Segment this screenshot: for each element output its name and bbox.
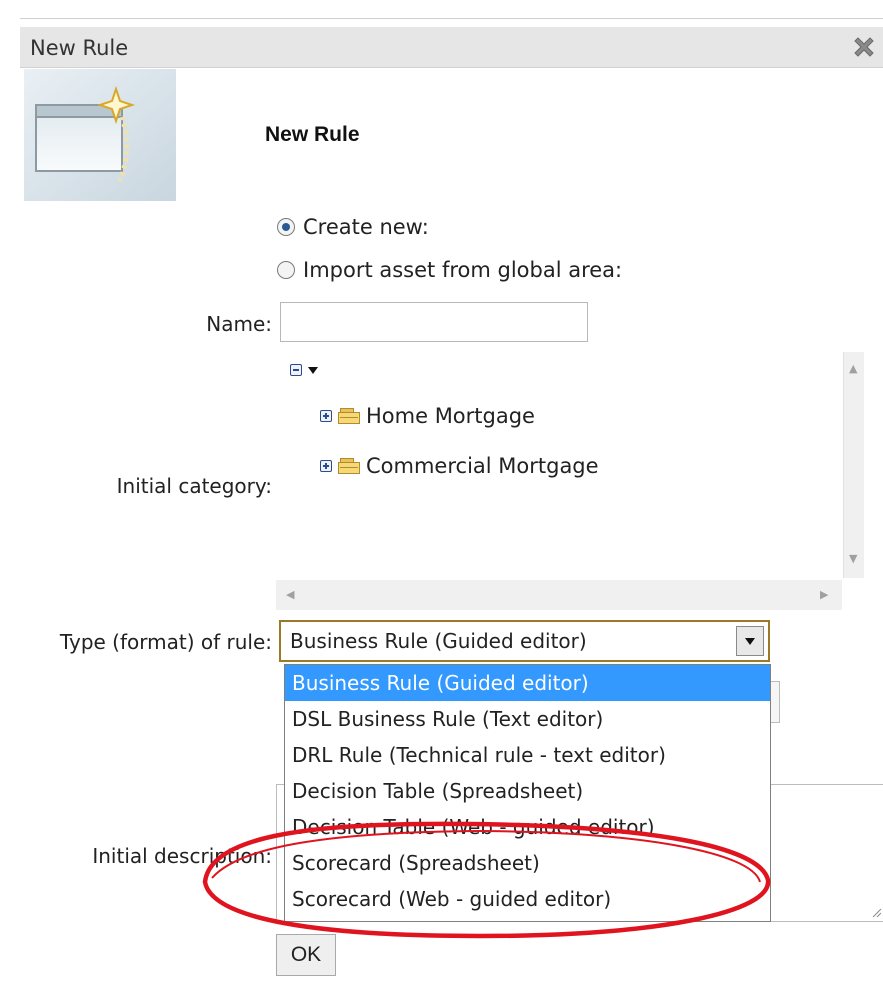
tree-horizontal-scrollbar[interactable]: ◀ ▶	[276, 580, 842, 610]
rule-type-select[interactable]: Business Rule (Guided editor)	[279, 620, 770, 662]
scroll-down-icon[interactable]: ▼	[849, 552, 857, 565]
rule-type-option[interactable]: Business Rule (Guided editor)	[285, 665, 770, 701]
import-global-label: Import asset from global area:	[303, 258, 623, 282]
name-label: Name:	[206, 312, 272, 336]
tree-vertical-scrollbar[interactable]: ▲ ▼	[843, 352, 864, 578]
folder-icon	[338, 458, 360, 474]
folder-icon	[338, 408, 360, 424]
tree-item[interactable]: Home Mortgage	[320, 404, 535, 428]
rule-type-dropdown-list[interactable]: Business Rule (Guided editor) DSL Busine…	[284, 664, 771, 922]
rule-type-option[interactable]: Decision Table (Spreadsheet)	[285, 773, 770, 809]
tree-item-label: Home Mortgage	[366, 404, 535, 428]
dialog-title: New Rule	[30, 36, 129, 60]
import-global-radio[interactable]	[277, 261, 295, 279]
collapse-icon[interactable]	[290, 364, 302, 376]
create-new-option[interactable]: Create new:	[277, 215, 429, 239]
scroll-left-icon[interactable]: ◀	[286, 588, 294, 601]
dropdown-arrow-icon[interactable]	[736, 626, 764, 656]
description-label: Initial description:	[92, 844, 272, 868]
wizard-header-title: New Rule	[265, 123, 360, 146]
tree-item[interactable]: Commercial Mortgage	[320, 454, 599, 478]
create-new-radio[interactable]	[277, 218, 295, 236]
caret-down-icon[interactable]	[308, 366, 318, 374]
new-window-wizard-icon	[24, 69, 176, 201]
rule-type-option[interactable]: DRL Rule (Technical rule - text editor)	[285, 737, 770, 773]
expand-icon[interactable]	[320, 460, 332, 472]
name-input[interactable]	[280, 302, 588, 342]
dialog-titlebar: New Rule	[20, 27, 883, 68]
tree-root[interactable]	[290, 364, 318, 376]
ok-button[interactable]: OK	[276, 934, 336, 976]
rule-type-option[interactable]: Scorecard (Spreadsheet)	[285, 845, 770, 881]
category-label: Initial category:	[116, 474, 272, 498]
scroll-up-icon[interactable]: ▲	[849, 362, 857, 375]
new-rule-dialog: New Rule New Rule Create new: Import ass…	[20, 18, 883, 999]
expand-icon[interactable]	[320, 410, 332, 422]
resize-grip-icon[interactable]	[870, 906, 882, 918]
rule-type-option[interactable]: Scorecard (Web - guided editor)	[285, 881, 770, 917]
rule-type-selected-value: Business Rule (Guided editor)	[290, 629, 587, 653]
tree-item-label: Commercial Mortgage	[366, 454, 599, 478]
rule-type-option[interactable]: Decision Table (Web - guided editor)	[285, 809, 770, 845]
create-new-label: Create new:	[303, 215, 429, 239]
category-tree: Home Mortgage Commercial Mortgage	[276, 352, 842, 578]
import-global-option[interactable]: Import asset from global area:	[277, 258, 622, 282]
rule-type-option[interactable]: DSL Business Rule (Text editor)	[285, 701, 770, 737]
scroll-right-icon[interactable]: ▶	[820, 588, 828, 601]
rule-type-label: Type (format) of rule:	[59, 630, 272, 654]
close-icon[interactable]	[851, 34, 877, 60]
